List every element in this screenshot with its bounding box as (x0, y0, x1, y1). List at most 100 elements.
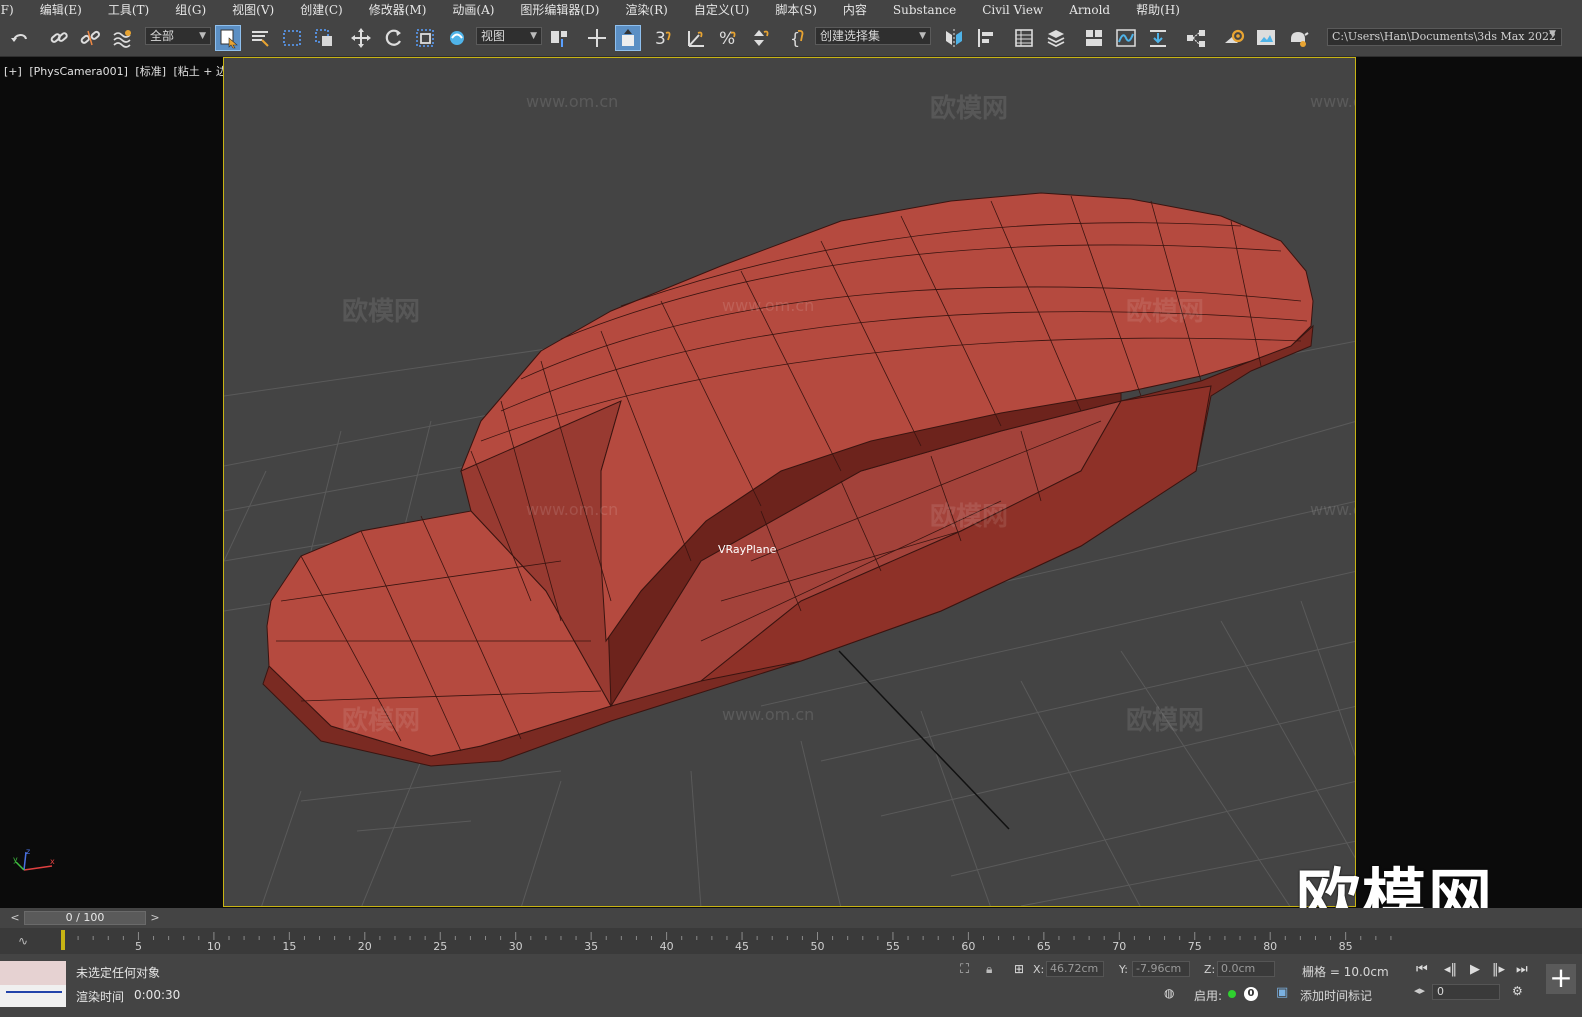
watermark-url: www.om.cn (1310, 92, 1355, 111)
window-crossing-icon[interactable] (311, 25, 337, 51)
add-panel-button[interactable]: + (1546, 964, 1576, 994)
link-icon[interactable] (46, 25, 72, 51)
viewport-label[interactable]: [+] [PhysCamera001] [标准] [粘土 + 边面] (4, 63, 246, 79)
current-frame-field[interactable]: 0 (1432, 984, 1500, 1000)
time-tag-icon[interactable]: ▣ (1276, 985, 1288, 1000)
keyboard-shortcut-icon[interactable] (584, 25, 610, 51)
track-bar[interactable]: ∿ 5 10 15 20 25 30 35 40 45 50 55 60 65 70 75 80 85 (0, 928, 1582, 954)
rotate-icon[interactable] (380, 25, 406, 51)
timeline-ruler[interactable]: 5 10 15 20 25 30 35 40 45 50 55 60 65 70 75 80 85 (0, 928, 1582, 954)
selection-set-dropdown[interactable]: 创建选择集 ▼ (815, 27, 931, 45)
watermark: 欧模网 (930, 502, 1009, 532)
object-label: VRayPlane (718, 543, 777, 556)
watermark-url: www.om.cn (526, 92, 619, 111)
scene-explorer-icon[interactable] (1011, 25, 1037, 51)
viewport-camera-label[interactable]: [PhysCamera001] (29, 65, 128, 78)
prev-frame-icon[interactable]: ◂‖ (1444, 962, 1457, 977)
menu-item-6[interactable]: 修改器(M) (356, 0, 440, 20)
layer-explorer-icon[interactable] (1043, 25, 1069, 51)
next-frame-icon[interactable]: ‖▸ (1492, 962, 1505, 977)
timeline-tick-label: 40 (660, 940, 674, 953)
z-coord-field[interactable]: 0.0cm (1217, 961, 1275, 977)
time-prev-button[interactable]: < (9, 911, 21, 925)
watermark: 欧模网 (1126, 706, 1205, 736)
selection-filter-dropdown[interactable]: 全部 ▼ (145, 27, 211, 45)
y-coord-field[interactable]: -7.96cm (1132, 961, 1190, 977)
maxscript-listener[interactable] (0, 961, 66, 1007)
menu-item-10[interactable]: 自定义(U) (681, 0, 762, 20)
go-to-end-icon[interactable]: ⏭ (1516, 962, 1528, 977)
mirror-icon[interactable] (941, 25, 967, 51)
viewport-standard-label[interactable]: [标准] (135, 65, 166, 78)
adaptive-degradation-icon[interactable]: ◍ (1164, 986, 1174, 1000)
time-next-button[interactable]: > (149, 911, 161, 925)
time-config-icon[interactable]: ⚙ (1512, 984, 1523, 998)
time-slider-row: < 0 / 100 > (0, 908, 1582, 928)
viewport-menu-plus[interactable]: [+] (4, 65, 22, 78)
menu-item-2[interactable]: 工具(T) (95, 0, 162, 20)
x-coord-field[interactable]: 46.72cm (1046, 961, 1104, 977)
align-icon[interactable] (973, 25, 999, 51)
current-time-marker[interactable] (61, 930, 65, 950)
isolate-icon[interactable]: ⛶ (960, 962, 969, 977)
spinner-arrows-icon[interactable] (747, 25, 773, 51)
curve-editor-icon[interactable] (1113, 25, 1139, 51)
dopesheet-icon[interactable] (1145, 25, 1171, 51)
key-mode-icon[interactable]: ◂▸ (1414, 984, 1425, 997)
status-dot-icon (1228, 990, 1236, 998)
bind-spacewarp-icon[interactable] (109, 25, 135, 51)
scale-icon[interactable] (412, 25, 438, 51)
rendered-frame-icon[interactable] (1253, 25, 1279, 51)
toggle-ribbon-icon[interactable] (1081, 25, 1107, 51)
named-selection-icon[interactable]: { (785, 25, 811, 51)
rect-selection-icon[interactable] (279, 25, 305, 51)
render-icon[interactable] (1285, 25, 1311, 51)
chevron-down-icon[interactable]: ▼ (1549, 29, 1556, 39)
snap-toggle-icon[interactable] (615, 25, 641, 51)
vray-plane-mesh[interactable] (262, 192, 1314, 767)
menu-item-16[interactable]: 帮助(H) (1123, 0, 1193, 20)
schematic-view-icon[interactable] (1183, 25, 1209, 51)
select-by-name-icon[interactable] (247, 25, 273, 51)
menu-item-4[interactable]: 视图(V) (219, 0, 287, 20)
menu-item-15[interactable]: Arnold (1056, 0, 1123, 20)
reference-coord-value: 视图 (481, 29, 506, 43)
angle-snap-icon[interactable]: 3 (651, 25, 677, 51)
unlink-icon[interactable] (77, 25, 103, 51)
undo-icon[interactable] (6, 25, 32, 51)
camera-viewport[interactable]: 欧模网 www.om.cn 欧模网 www.om.cn 欧模网 www.om.c… (223, 57, 1356, 907)
menu-item-8[interactable]: 图形编辑器(D) (507, 0, 612, 20)
timeline-tick-label: 30 (509, 940, 523, 953)
reference-coord-dropdown[interactable]: 视图 ▼ (476, 27, 542, 45)
enable-count-badge[interactable]: 0 (1244, 987, 1258, 1001)
select-object-icon[interactable] (215, 25, 241, 51)
select-manipulate-icon[interactable] (444, 25, 470, 51)
menu-item-14[interactable]: Civil View (969, 0, 1056, 20)
timeline-tick-label: 25 (433, 940, 447, 953)
svg-text:x: x (50, 857, 55, 866)
menu-item-13[interactable]: Substance (880, 0, 969, 20)
add-time-tag-button[interactable]: 添加时间标记 (1300, 987, 1372, 1004)
menu-item-5[interactable]: 创建(C) (287, 0, 356, 20)
menu-item-0[interactable]: (F) (0, 0, 27, 20)
percent-snap-icon[interactable] (683, 25, 709, 51)
lock-icon[interactable]: 🔒︎ (986, 962, 992, 977)
time-slider[interactable]: 0 / 100 (24, 911, 146, 925)
menu-item-1[interactable]: 编辑(E) (27, 0, 95, 20)
go-to-start-icon[interactable]: ⏮ (1416, 962, 1428, 977)
render-setup-icon[interactable] (1221, 25, 1247, 51)
menu-item-9[interactable]: 渲染(R) (612, 0, 680, 20)
timeline-tick-label: 15 (282, 940, 296, 953)
menu-item-3[interactable]: 组(G) (162, 0, 219, 20)
project-path-field[interactable]: C:\Users\Han\Documents\3ds Max 2022 (1327, 28, 1562, 46)
play-icon[interactable]: ▶ (1470, 962, 1480, 977)
chevron-down-icon: ▼ (530, 31, 537, 41)
render-time-value: 0:00:30 (134, 988, 181, 1002)
pivot-icon[interactable] (546, 25, 572, 51)
spinner-snap-icon[interactable]: % (715, 25, 741, 51)
menu-item-12[interactable]: 内容 (830, 0, 880, 20)
move-icon[interactable] (348, 25, 374, 51)
absolute-mode-icon[interactable]: ⊞ (1014, 962, 1024, 976)
menu-item-7[interactable]: 动画(A) (439, 0, 507, 20)
menu-item-11[interactable]: 脚本(S) (762, 0, 830, 20)
